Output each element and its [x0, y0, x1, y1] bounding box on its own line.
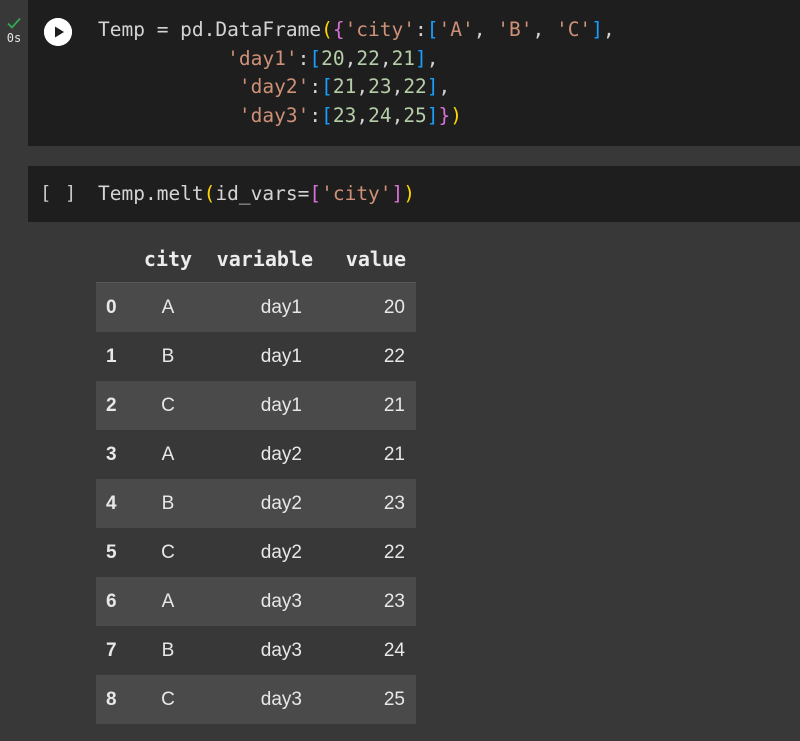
- table-body: 0 Aday1 20 1 Bday1 22 2 Cday1 21 3 Aday2 21 4 Bday2 23…: [96, 282, 416, 724]
- cell-value: 21: [383, 394, 405, 416]
- cell-city: C: [161, 394, 175, 416]
- row-index: 5: [106, 541, 117, 563]
- check-icon: [7, 17, 21, 29]
- code-line: Temp = pd.DataFrame({'city':['A', 'B', '…: [98, 18, 615, 41]
- table-row: 5 Cday2 22: [96, 528, 416, 577]
- row-index: 3: [106, 443, 117, 465]
- cell-city: B: [161, 345, 175, 367]
- cell-variable: day3: [260, 688, 302, 710]
- code-line: 'day1':[20,22,21],: [227, 46, 439, 70]
- cell-city: A: [161, 590, 175, 612]
- cell-variable: day1: [260, 345, 302, 367]
- code-line: 'day3':[23,24,25]}): [238, 103, 463, 127]
- row-index: 8: [106, 688, 117, 710]
- code-editor[interactable]: Temp.melt(id_vars=['city']): [98, 180, 415, 209]
- cell-variable: day2: [260, 541, 302, 563]
- row-index: 4: [106, 492, 117, 514]
- code-line: 'day2':[21,23,22],: [238, 75, 451, 98]
- table-row: 0 Aday1 20: [96, 282, 416, 332]
- row-index: 7: [106, 639, 117, 661]
- column-header-city: city: [132, 236, 204, 283]
- play-icon: [44, 18, 72, 46]
- cell-variable: day2: [260, 492, 302, 514]
- table-row: 6 Aday3 23: [96, 577, 416, 626]
- run-cell-button[interactable]: [44, 18, 72, 46]
- index-header: [96, 236, 132, 283]
- cell-variable: day1: [260, 394, 302, 416]
- cell-value: 25: [383, 688, 405, 710]
- cell-variable: day3: [260, 639, 302, 661]
- cell-gutter: 0s: [0, 0, 28, 741]
- table-row: 8 Cday3 25: [96, 675, 416, 724]
- cell-variable: day3: [260, 590, 302, 612]
- execution-status[interactable]: 0s: [4, 16, 24, 45]
- row-index: 6: [106, 590, 117, 612]
- cell-city: A: [161, 296, 175, 318]
- cell-value: 22: [383, 345, 405, 367]
- cell-city: C: [161, 688, 175, 710]
- cell-value: 21: [383, 443, 405, 465]
- row-index: 1: [106, 345, 117, 367]
- code-cell-2[interactable]: [ ] Temp.melt(id_vars=['city']): [28, 166, 800, 222]
- cell-value: 20: [383, 296, 405, 318]
- table-row: 1 Bday1 22: [96, 332, 416, 381]
- cell-value: 24: [383, 639, 405, 661]
- table-row: 2 Cday1 21: [96, 381, 416, 430]
- cell-city: C: [161, 541, 175, 563]
- cell-variable: day2: [260, 443, 302, 465]
- code-cell-1[interactable]: Temp = pd.DataFrame({'city':['A', 'B', '…: [28, 0, 800, 146]
- cell-city: B: [161, 639, 175, 661]
- column-header-variable: variable: [204, 236, 323, 283]
- cell-value: 22: [383, 541, 405, 563]
- table-header-row: city variable value: [96, 236, 416, 283]
- cell-city: B: [161, 492, 175, 514]
- execution-time: 0s: [6, 31, 22, 45]
- row-index: 0: [106, 296, 117, 318]
- code-line: Temp.melt(id_vars=['city']): [98, 182, 416, 205]
- code-editor[interactable]: Temp = pd.DataFrame({'city':['A', 'B', '…: [98, 16, 615, 130]
- table-row: 7 Bday3 24: [96, 626, 416, 675]
- execution-count[interactable]: [ ]: [40, 182, 77, 204]
- table-row: 4 Bday2 23: [96, 479, 416, 528]
- output-dataframe: city variable value 0 Aday1 20 1 Bday1 22 2 Cda…: [96, 236, 416, 724]
- cell-variable: day1: [260, 296, 302, 318]
- row-index: 2: [106, 394, 117, 416]
- column-header-value: value: [323, 236, 416, 283]
- cell-city: A: [161, 443, 175, 465]
- cell-value: 23: [383, 492, 405, 514]
- table-row: 3 Aday2 21: [96, 430, 416, 479]
- cell-value: 23: [383, 590, 405, 612]
